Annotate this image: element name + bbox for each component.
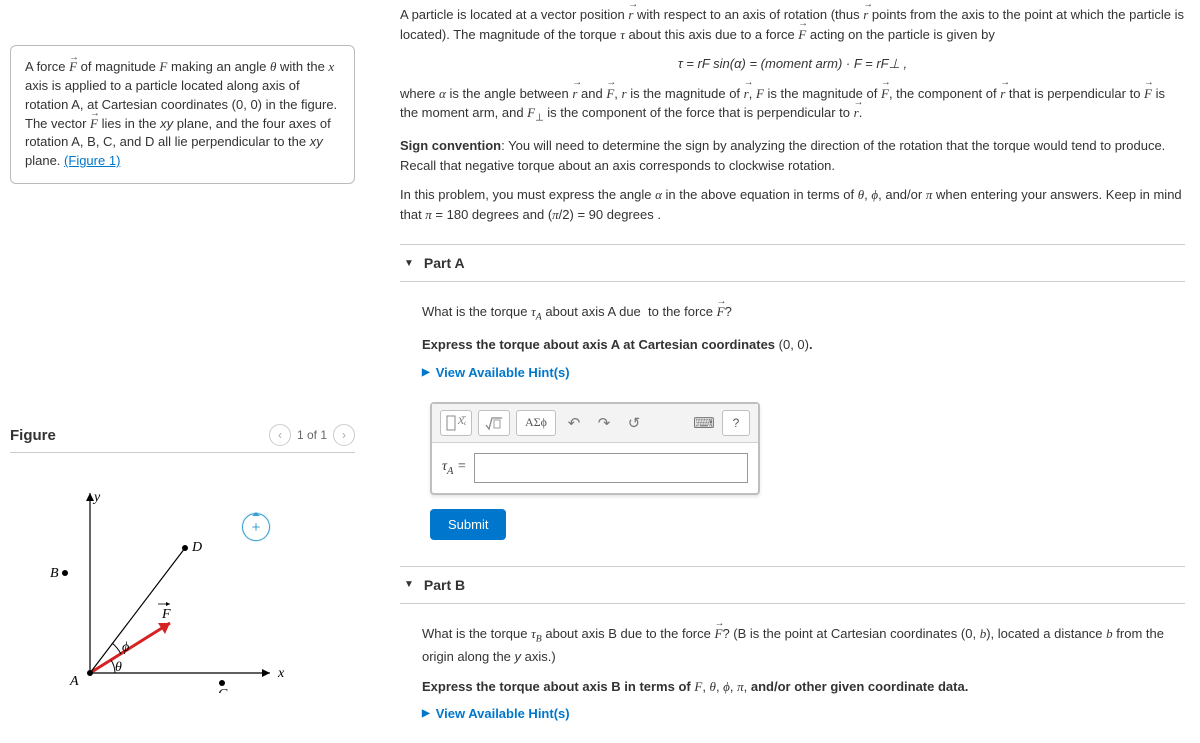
svg-text:y: y xyxy=(92,490,101,505)
tool-sqrt-button[interactable] xyxy=(478,410,510,436)
redo-icon[interactable]: ↷ xyxy=(592,410,616,436)
figure-next-button[interactable]: › xyxy=(333,424,355,446)
svg-text:x͞ₐ: x͞ₐ xyxy=(457,415,466,428)
svg-text:ϕ: ϕ xyxy=(122,640,129,655)
submit-button[interactable]: Submit xyxy=(430,509,506,540)
figure-prev-button[interactable]: ‹ xyxy=(269,424,291,446)
part-a-question-2: Express the torque about axis A at Carte… xyxy=(422,335,1185,355)
caret-down-icon: ▼ xyxy=(404,258,414,269)
part-a-title: Part A xyxy=(424,255,465,271)
intro-formula: τ = rF sin(α) = (moment arm) · F = rF⊥ , xyxy=(400,54,1185,74)
keyboard-icon[interactable]: ⌨ xyxy=(692,410,716,436)
svg-text:θ: θ xyxy=(115,660,122,675)
reset-icon[interactable]: ↺ xyxy=(622,410,646,436)
part-b-question-1: What is the torque τB about axis B due t… xyxy=(422,624,1185,667)
part-a-header[interactable]: ▼ Part A xyxy=(400,244,1185,282)
svg-text:D: D xyxy=(191,540,202,555)
tool-greek-button[interactable]: ΑΣϕ xyxy=(516,410,556,436)
answer-toolbar: x͞ₐ ΑΣϕ ↶ ↷ ↺ ⌨ ? xyxy=(432,404,758,443)
intro-p1: A particle is located at a vector positi… xyxy=(400,5,1185,44)
part-b-question-2: Express the torque about axis B in terms… xyxy=(422,677,1185,697)
figure-counter: 1 of 1 xyxy=(297,428,327,442)
svg-text:C: C xyxy=(218,687,228,693)
tool-templates-button[interactable]: x͞ₐ xyxy=(440,410,472,436)
caret-right-icon: ▶ xyxy=(422,708,430,719)
part-a-question-1: What is the torque τA about axis A due t… xyxy=(422,302,1185,325)
part-b-header[interactable]: ▼ Part B xyxy=(400,566,1185,604)
intro-p2: where α is the angle between r and F, r … xyxy=(400,84,1185,127)
answer-input[interactable] xyxy=(474,453,748,483)
problem-intro-box: A force F of magnitude F making an angle… xyxy=(10,45,355,184)
svg-text:B: B xyxy=(50,566,59,581)
part-b-hints-toggle[interactable]: ▶ View Available Hint(s) xyxy=(422,706,1185,721)
svg-text:A: A xyxy=(69,674,79,689)
intro-p3: Sign convention: You will need to determ… xyxy=(400,136,1185,175)
answer-box: x͞ₐ ΑΣϕ ↶ ↷ ↺ ⌨ ? τA = xyxy=(430,402,760,495)
figure-link[interactable]: (Figure 1) xyxy=(64,153,120,168)
caret-down-icon: ▼ xyxy=(404,579,414,590)
caret-right-icon: ▶ xyxy=(422,367,430,378)
figure-canvas: + xyxy=(10,473,330,693)
part-a-hints-toggle[interactable]: ▶ View Available Hint(s) xyxy=(422,365,1185,380)
figure-zoom-button[interactable]: + xyxy=(242,513,270,541)
svg-text:x: x xyxy=(277,666,285,681)
figure-title: Figure xyxy=(10,427,269,444)
answer-label: τA = xyxy=(442,459,466,477)
svg-text:F: F xyxy=(161,607,171,622)
intro-p4: In this problem, you must express the an… xyxy=(400,185,1185,224)
figure-header: Figure ‹ 1 of 1 › xyxy=(10,424,355,453)
undo-icon[interactable]: ↶ xyxy=(562,410,586,436)
part-b-title: Part B xyxy=(424,577,465,593)
help-icon[interactable]: ? xyxy=(722,410,750,436)
problem-intro-text: A force F of magnitude F making an angle… xyxy=(25,59,337,168)
